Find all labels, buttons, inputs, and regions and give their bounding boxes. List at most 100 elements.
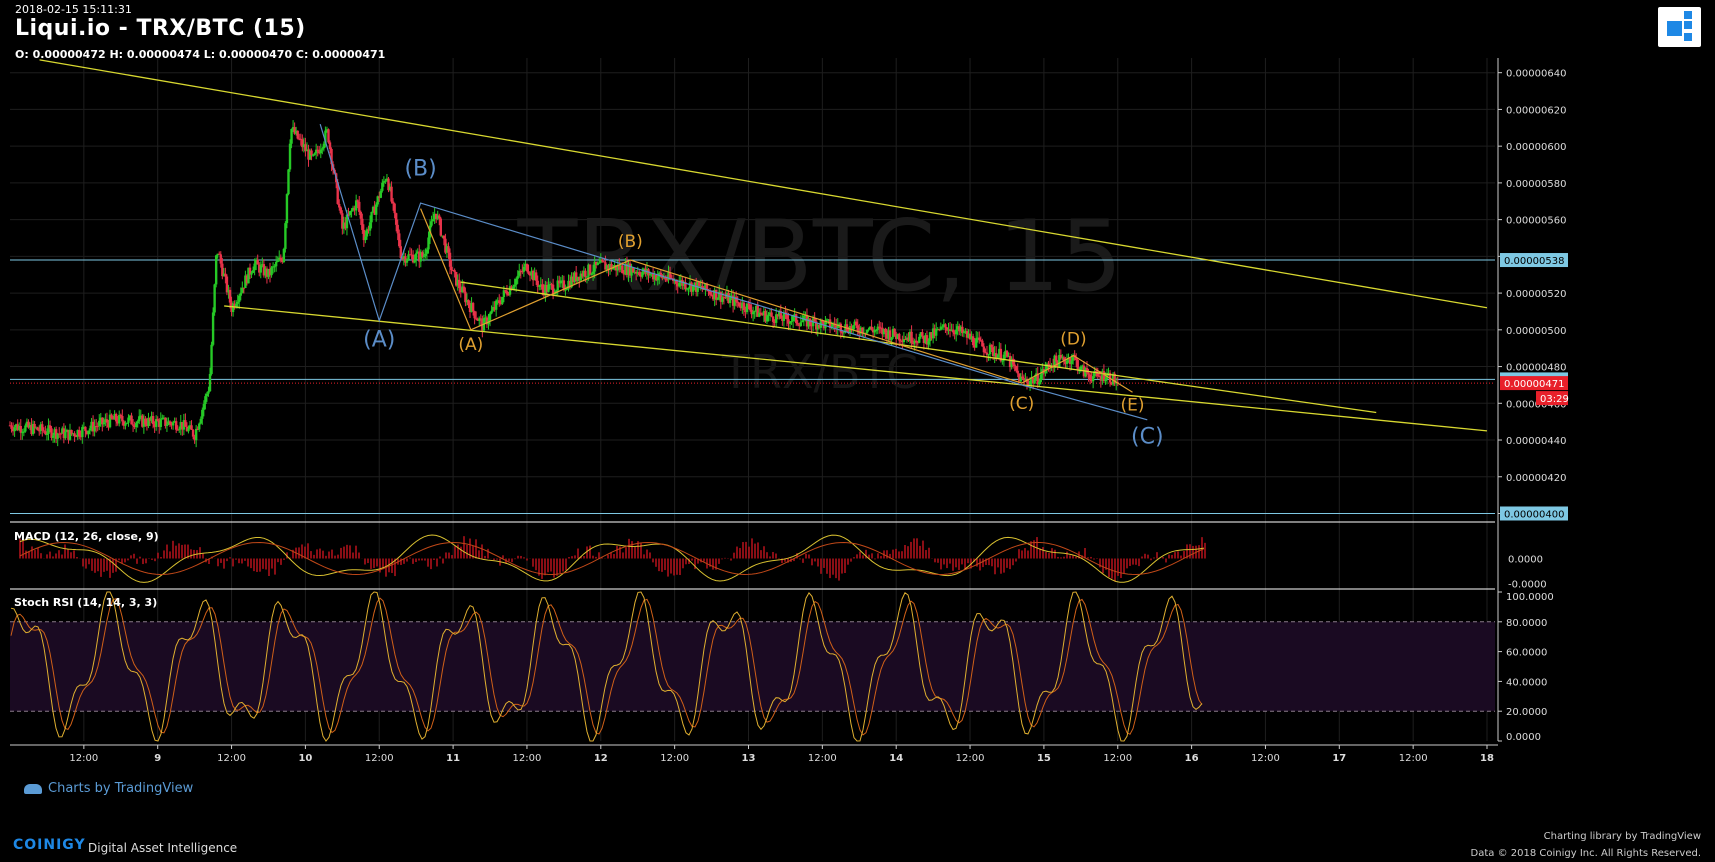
candle-body	[374, 204, 378, 215]
candle-body	[621, 265, 624, 274]
candle-body	[391, 201, 395, 204]
candle-body	[296, 130, 299, 139]
candle-body	[935, 329, 938, 336]
candle-body	[361, 218, 364, 230]
candle-body	[219, 254, 222, 264]
candle-body	[982, 346, 986, 353]
candle-body	[24, 425, 27, 432]
candle-body	[348, 211, 352, 216]
candle-body	[381, 182, 384, 191]
candle-body	[538, 285, 541, 287]
candle-body	[1001, 360, 1004, 362]
rsi-tick-label: 60.0000	[1506, 648, 1547, 659]
macd-tick-label: -0.0000	[1508, 580, 1547, 591]
candle-body	[427, 237, 430, 250]
candle-body	[870, 326, 873, 330]
candle-body	[790, 321, 793, 323]
candle-body	[551, 284, 555, 294]
candle-body	[547, 284, 550, 292]
time-tick-label: 12:00	[365, 753, 394, 764]
candle-body	[1028, 380, 1032, 386]
coinigy-logo-icon[interactable]	[1658, 7, 1701, 47]
candle-body	[488, 313, 492, 321]
wave-label: (B)	[404, 157, 436, 182]
candle-body	[96, 426, 99, 428]
candle-body	[273, 266, 276, 268]
candle-body	[878, 326, 881, 328]
copyright-text: Data © 2018 Coinigy Inc. All Rights Rese…	[1470, 848, 1701, 859]
last-price-tag-label: 0.00000471	[1504, 379, 1564, 390]
candle-body	[338, 203, 341, 208]
candle-body	[319, 149, 322, 154]
candle-body	[442, 235, 446, 239]
candle-body	[641, 272, 644, 277]
candle-body	[951, 329, 955, 333]
candle-body	[359, 211, 362, 219]
candle-body	[118, 414, 121, 424]
candle-body	[981, 340, 984, 347]
candle-body	[288, 143, 292, 170]
candle-body	[839, 323, 843, 333]
candle-body	[48, 425, 52, 429]
candle-body	[78, 430, 81, 437]
candle-body	[678, 282, 681, 287]
candle-body	[191, 429, 195, 437]
candle-body	[287, 169, 290, 195]
chart-canvas[interactable]: TRX/BTC, 15 TRX/BTC (B)(A)(C)(B)(A) (D)(C…	[0, 0, 1715, 862]
candle-body	[1038, 382, 1041, 385]
candle-body	[751, 312, 755, 315]
candle-body	[851, 325, 855, 330]
candle-body	[501, 296, 504, 304]
candle-body	[601, 259, 604, 262]
candle-body	[918, 336, 921, 343]
candle-body	[105, 419, 109, 423]
time-axis[interactable]: 12:00 9 12:00 10 12:00 11 12:00 12 12:00 13 12:00 1…	[10, 744, 1498, 764]
time-tick-label: 12:00	[808, 753, 837, 764]
candle-body	[742, 302, 746, 311]
candle-body	[471, 303, 475, 312]
price-axis[interactable]: 0.00000640 0.00000620 0.00000600 0.00000580…	[1497, 58, 1569, 743]
candle-body	[801, 320, 804, 323]
candle-body	[51, 435, 55, 438]
candle-body	[202, 404, 206, 410]
candle-body	[502, 290, 506, 297]
candle-body	[1013, 364, 1016, 367]
candle-body	[516, 275, 519, 279]
macd-title: MACD (12, 26, close, 9)	[14, 530, 159, 543]
tradingview-link[interactable]: Charts by TradingView	[24, 781, 193, 796]
library-credit[interactable]: Charting library by TradingView	[1544, 831, 1701, 842]
candle-body	[41, 424, 44, 431]
candle-body	[424, 253, 427, 257]
candle-body	[102, 422, 106, 425]
candle-body	[759, 312, 763, 314]
candle-body	[184, 420, 187, 427]
candle-body	[447, 246, 450, 253]
candle-body	[1015, 366, 1018, 371]
candle-body	[213, 284, 216, 313]
candle-body	[921, 332, 924, 336]
candle-body	[151, 415, 155, 425]
candle-body	[311, 154, 315, 156]
price-tick-label: 0.00000420	[1506, 473, 1566, 484]
candle-body	[771, 316, 775, 322]
candle-body	[156, 419, 159, 421]
candle-body	[1021, 376, 1024, 379]
time-tick-label: 12:00	[1103, 753, 1132, 764]
candle-body	[1087, 373, 1090, 375]
candle-body	[316, 149, 319, 152]
price-tick-label: 0.00000580	[1506, 179, 1566, 190]
candle-body	[467, 299, 470, 306]
candle-body	[339, 207, 342, 214]
time-tick-label: 16	[1185, 753, 1199, 764]
price-tick-label: 0.00000620	[1506, 105, 1566, 116]
candle-body	[144, 418, 147, 425]
candle-body	[1070, 360, 1073, 365]
candle-body	[190, 425, 193, 430]
candle-body	[753, 311, 756, 313]
coinigy-brand[interactable]: COINIGY	[13, 837, 86, 853]
candle-body	[527, 270, 530, 274]
time-tick-label: 17	[1332, 753, 1346, 764]
candle-body	[198, 423, 201, 430]
candle-body	[214, 255, 218, 285]
time-tick-label: 12:00	[1399, 753, 1428, 764]
